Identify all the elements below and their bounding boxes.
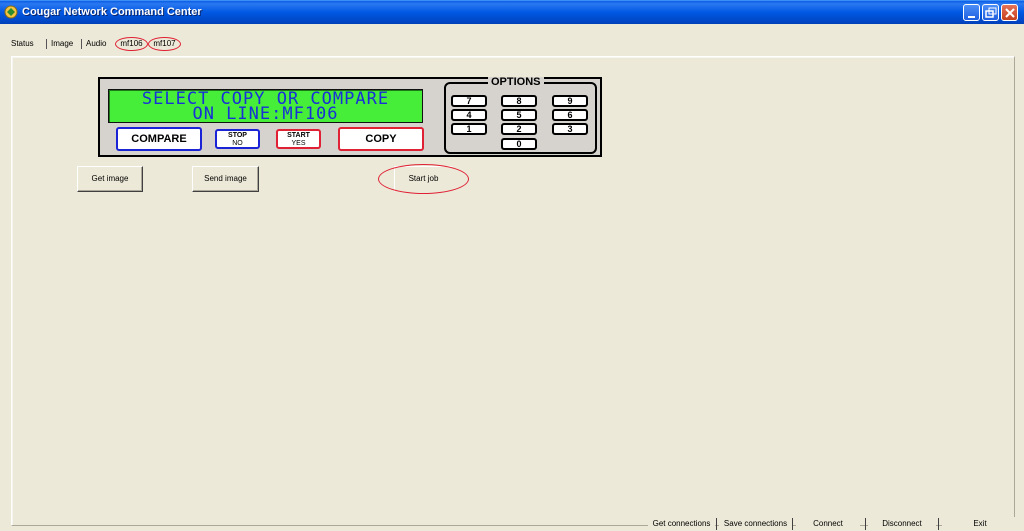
- tab-image[interactable]: Image: [51, 37, 73, 51]
- start-button[interactable]: START YES: [276, 129, 321, 149]
- key-8[interactable]: 8: [501, 95, 537, 107]
- key-7[interactable]: 7: [451, 95, 487, 107]
- tab-separator: [46, 39, 47, 49]
- close-button[interactable]: [1001, 4, 1018, 21]
- start-sublabel: YES: [291, 140, 306, 147]
- button-separator: [865, 518, 866, 530]
- key-0[interactable]: 0: [501, 138, 537, 150]
- maximize-button[interactable]: [982, 4, 999, 21]
- save-connections-button[interactable]: Save connections: [719, 517, 792, 531]
- button-separator: [938, 518, 939, 530]
- key-5[interactable]: 5: [501, 109, 537, 121]
- start-label: START: [287, 132, 310, 139]
- get-connections-button[interactable]: Get connections: [648, 517, 715, 531]
- app-icon: [4, 5, 18, 19]
- exit-button[interactable]: Exit: [942, 517, 1018, 531]
- stop-button[interactable]: STOP NO: [215, 129, 260, 149]
- device-panel: SELECT COPY OR COMPARE ON LINE:MF106 COM…: [98, 77, 602, 157]
- lcd-line-2: ON LINE:MF106: [192, 104, 339, 124]
- key-2[interactable]: 2: [501, 123, 537, 135]
- start-job-highlight: [378, 164, 469, 194]
- window-title: Cougar Network Command Center: [22, 6, 202, 18]
- send-image-button[interactable]: Send image: [192, 166, 259, 192]
- options-keypad: OPTIONS 7 8 9 4 5 6 1 2 3 0: [444, 77, 597, 154]
- stop-sublabel: NO: [232, 140, 243, 147]
- minimize-button[interactable]: [963, 4, 980, 21]
- key-1[interactable]: 1: [451, 123, 487, 135]
- copy-button[interactable]: COPY: [338, 127, 424, 151]
- tab-separator: [81, 39, 82, 49]
- button-separator: [716, 518, 717, 530]
- tab-status[interactable]: Status: [11, 37, 34, 51]
- options-label: OPTIONS: [488, 77, 544, 88]
- key-3[interactable]: 3: [552, 123, 588, 135]
- connect-button[interactable]: Connect: [796, 517, 860, 531]
- title-bar: Cougar Network Command Center: [0, 0, 1024, 24]
- disconnect-button[interactable]: Disconnect: [868, 517, 936, 531]
- tab-mf107[interactable]: mf107: [148, 37, 181, 51]
- key-4[interactable]: 4: [451, 109, 487, 121]
- button-separator: [792, 518, 793, 530]
- tab-audio[interactable]: Audio: [86, 37, 106, 51]
- stop-label: STOP: [228, 132, 247, 139]
- key-6[interactable]: 6: [552, 109, 588, 121]
- lcd-display: SELECT COPY OR COMPARE ON LINE:MF106: [108, 89, 423, 123]
- tab-mf106[interactable]: mf106: [115, 37, 148, 51]
- compare-button[interactable]: COMPARE: [116, 127, 202, 151]
- key-9[interactable]: 9: [552, 95, 588, 107]
- get-image-button[interactable]: Get image: [77, 166, 143, 192]
